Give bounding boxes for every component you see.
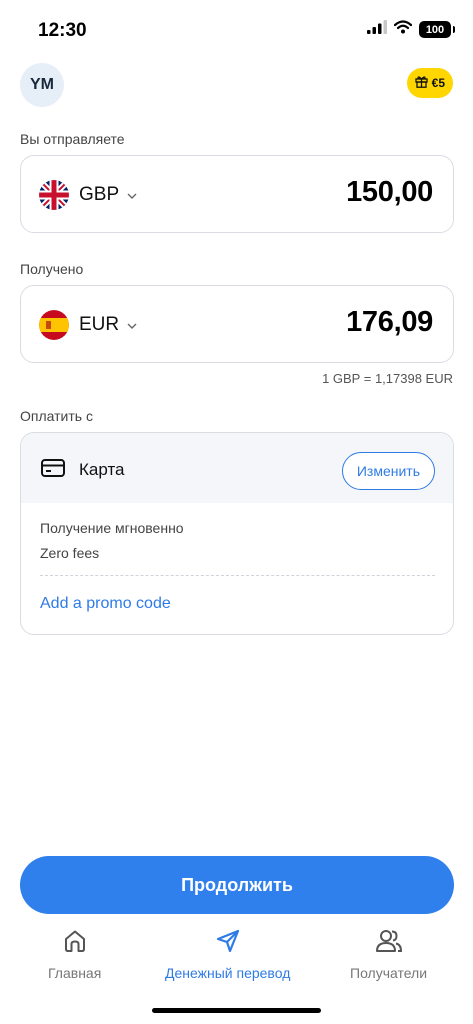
- receive-label: Получено: [20, 261, 84, 277]
- nav-item-transfer[interactable]: Денежный перевод: [165, 928, 290, 981]
- avatar[interactable]: YM: [20, 63, 64, 107]
- signal-icon: [367, 20, 387, 39]
- transfer-screen: 12:30 100 YM €5 Вы отправляете GBP 150,0…: [0, 0, 473, 1024]
- fees-info: Zero fees: [40, 545, 100, 561]
- nav-label-recipients: Получатели: [350, 965, 428, 981]
- delivery-info: Получение мгновенно: [40, 520, 184, 536]
- status-icons: 100: [367, 20, 455, 39]
- bottom-nav: Главная Денежный перевод Получатели: [0, 928, 473, 988]
- receive-currency-select[interactable]: EUR: [39, 310, 137, 340]
- send-label: Вы отправляете: [20, 131, 125, 147]
- gift-amount: €5: [431, 76, 445, 90]
- home-indicator[interactable]: [152, 1008, 321, 1013]
- status-bar: 12:30 100: [0, 0, 473, 56]
- send-currency-select[interactable]: GBP: [39, 180, 137, 210]
- nav-item-recipients[interactable]: Получатели: [350, 928, 427, 981]
- continue-button[interactable]: Продолжить: [20, 856, 454, 914]
- avatar-initials: YM: [30, 76, 54, 93]
- exchange-rate: 1 GBP = 1,17398 EUR: [322, 371, 453, 386]
- battery-icon: 100: [419, 21, 455, 38]
- recipients-icon: [375, 928, 403, 959]
- receive-amount-card: EUR 176,09: [20, 285, 454, 363]
- nav-item-home[interactable]: Главная: [48, 928, 101, 981]
- payment-method-row: Карта Изменить: [21, 433, 453, 503]
- send-amount-card: GBP 150,00: [20, 155, 454, 233]
- payment-card: Карта Изменить Получение мгновенно Zero …: [20, 432, 454, 635]
- change-payment-button[interactable]: Изменить: [341, 452, 435, 490]
- send-icon: [215, 928, 241, 959]
- payment-method-label: Карта: [79, 460, 125, 479]
- wifi-icon: [393, 20, 413, 39]
- uk-flag-icon: [39, 180, 69, 210]
- promo-code-link[interactable]: Add a promo code: [40, 595, 171, 613]
- chevron-down-icon: [127, 316, 137, 334]
- receive-amount[interactable]: 176,09: [346, 306, 433, 339]
- receive-currency-code: EUR: [79, 314, 120, 335]
- nav-label-transfer: Денежный перевод: [165, 965, 291, 981]
- gift-badge[interactable]: €5: [406, 68, 453, 98]
- status-time: 12:30: [38, 20, 87, 41]
- spain-flag-icon: [39, 310, 69, 340]
- battery-level: 100: [425, 23, 445, 36]
- send-currency-code: GBP: [79, 184, 120, 205]
- home-icon: [62, 928, 88, 959]
- nav-label-home: Главная: [48, 965, 102, 981]
- divider: [40, 575, 435, 576]
- credit-card-icon: [41, 458, 65, 483]
- send-amount[interactable]: 150,00: [346, 176, 433, 209]
- gift-icon: [414, 75, 428, 91]
- payment-label: Оплатить с: [20, 408, 93, 424]
- chevron-down-icon: [127, 186, 137, 204]
